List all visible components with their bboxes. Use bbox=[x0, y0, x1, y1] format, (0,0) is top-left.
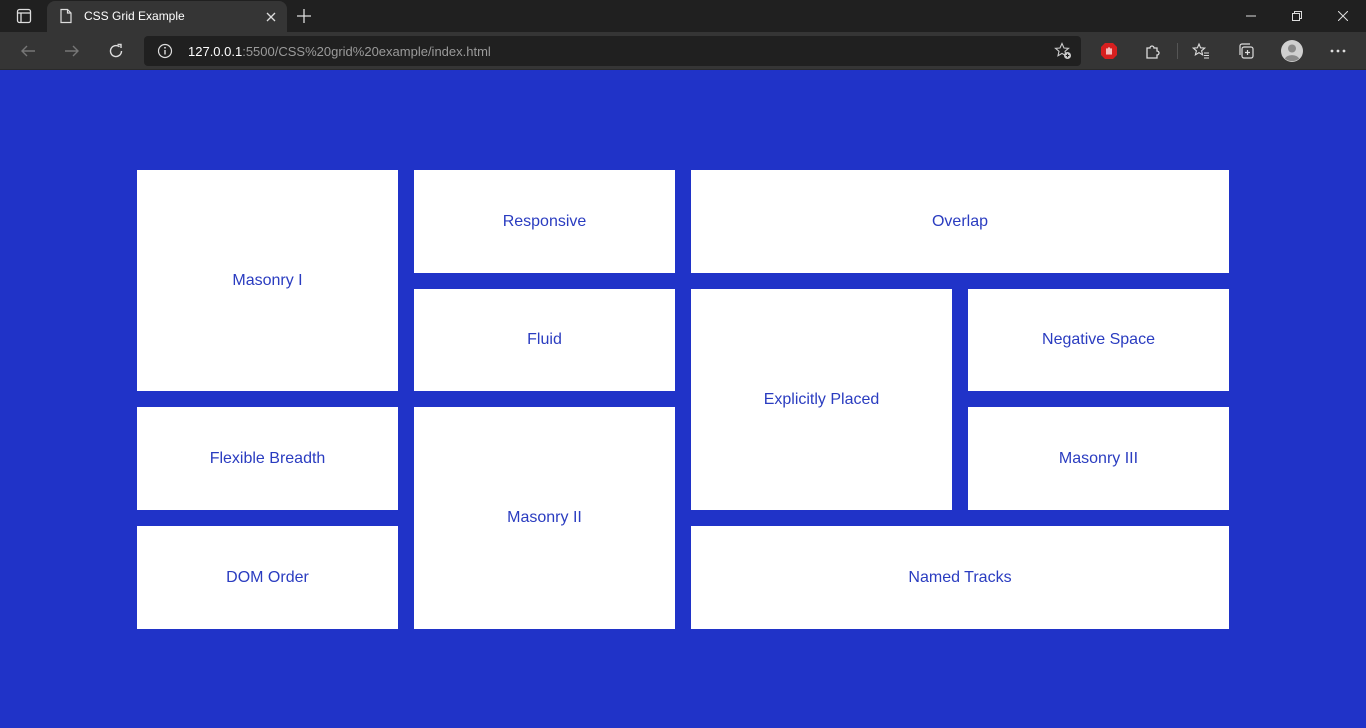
grid-item-masonry-i: Masonry I bbox=[137, 170, 398, 391]
adblock-extension-icon[interactable] bbox=[1098, 40, 1120, 62]
tab-title: CSS Grid Example bbox=[84, 9, 185, 23]
grid-item-dom-order: DOM Order bbox=[137, 526, 398, 629]
collections-icon[interactable] bbox=[1235, 40, 1257, 62]
toolbar-divider bbox=[1177, 43, 1178, 59]
favorites-icon[interactable] bbox=[1190, 40, 1212, 62]
restore-icon[interactable] bbox=[1274, 0, 1320, 32]
grid-item-overlap: Overlap bbox=[691, 170, 1229, 273]
minimize-icon[interactable] bbox=[1228, 0, 1274, 32]
profile-avatar[interactable] bbox=[1281, 40, 1303, 62]
grid-item-responsive: Responsive bbox=[414, 170, 675, 273]
title-bar: CSS Grid Example bbox=[0, 0, 1366, 32]
browser-tab[interactable]: CSS Grid Example bbox=[47, 1, 287, 32]
browser-toolbar: 127.0.0.1:5500/CSS%20grid%20example/inde… bbox=[0, 32, 1366, 70]
grid-item-negative-space: Negative Space bbox=[968, 289, 1229, 391]
refresh-icon[interactable] bbox=[103, 39, 129, 63]
url-text: 127.0.0.1:5500/CSS%20grid%20example/inde… bbox=[188, 44, 491, 59]
grid-item-masonry-iii: Masonry III bbox=[968, 407, 1229, 510]
extensions-icon[interactable] bbox=[1142, 40, 1164, 62]
address-bar[interactable]: 127.0.0.1:5500/CSS%20grid%20example/inde… bbox=[144, 36, 1081, 66]
more-options-icon[interactable] bbox=[1327, 40, 1349, 62]
site-info-icon[interactable] bbox=[157, 43, 173, 64]
url-path: :5500/CSS%20grid%20example/index.html bbox=[242, 44, 491, 59]
grid-item-named-tracks: Named Tracks bbox=[691, 526, 1229, 629]
grid-item-flexible-breadth: Flexible Breadth bbox=[137, 407, 398, 510]
close-tab-icon[interactable] bbox=[263, 9, 279, 25]
grid-item-masonry-ii: Masonry II bbox=[414, 407, 675, 629]
page-icon bbox=[59, 8, 73, 29]
url-host: 127.0.0.1 bbox=[188, 44, 243, 59]
grid-item-fluid: Fluid bbox=[414, 289, 675, 391]
tab-actions-icon[interactable] bbox=[10, 6, 38, 26]
forward-icon[interactable] bbox=[59, 39, 85, 63]
back-icon[interactable] bbox=[15, 39, 41, 63]
close-window-icon[interactable] bbox=[1320, 0, 1366, 32]
add-favorite-icon[interactable] bbox=[1054, 42, 1072, 65]
grid-item-explicitly-placed: Explicitly Placed bbox=[691, 289, 952, 510]
new-tab-icon[interactable] bbox=[294, 6, 314, 26]
